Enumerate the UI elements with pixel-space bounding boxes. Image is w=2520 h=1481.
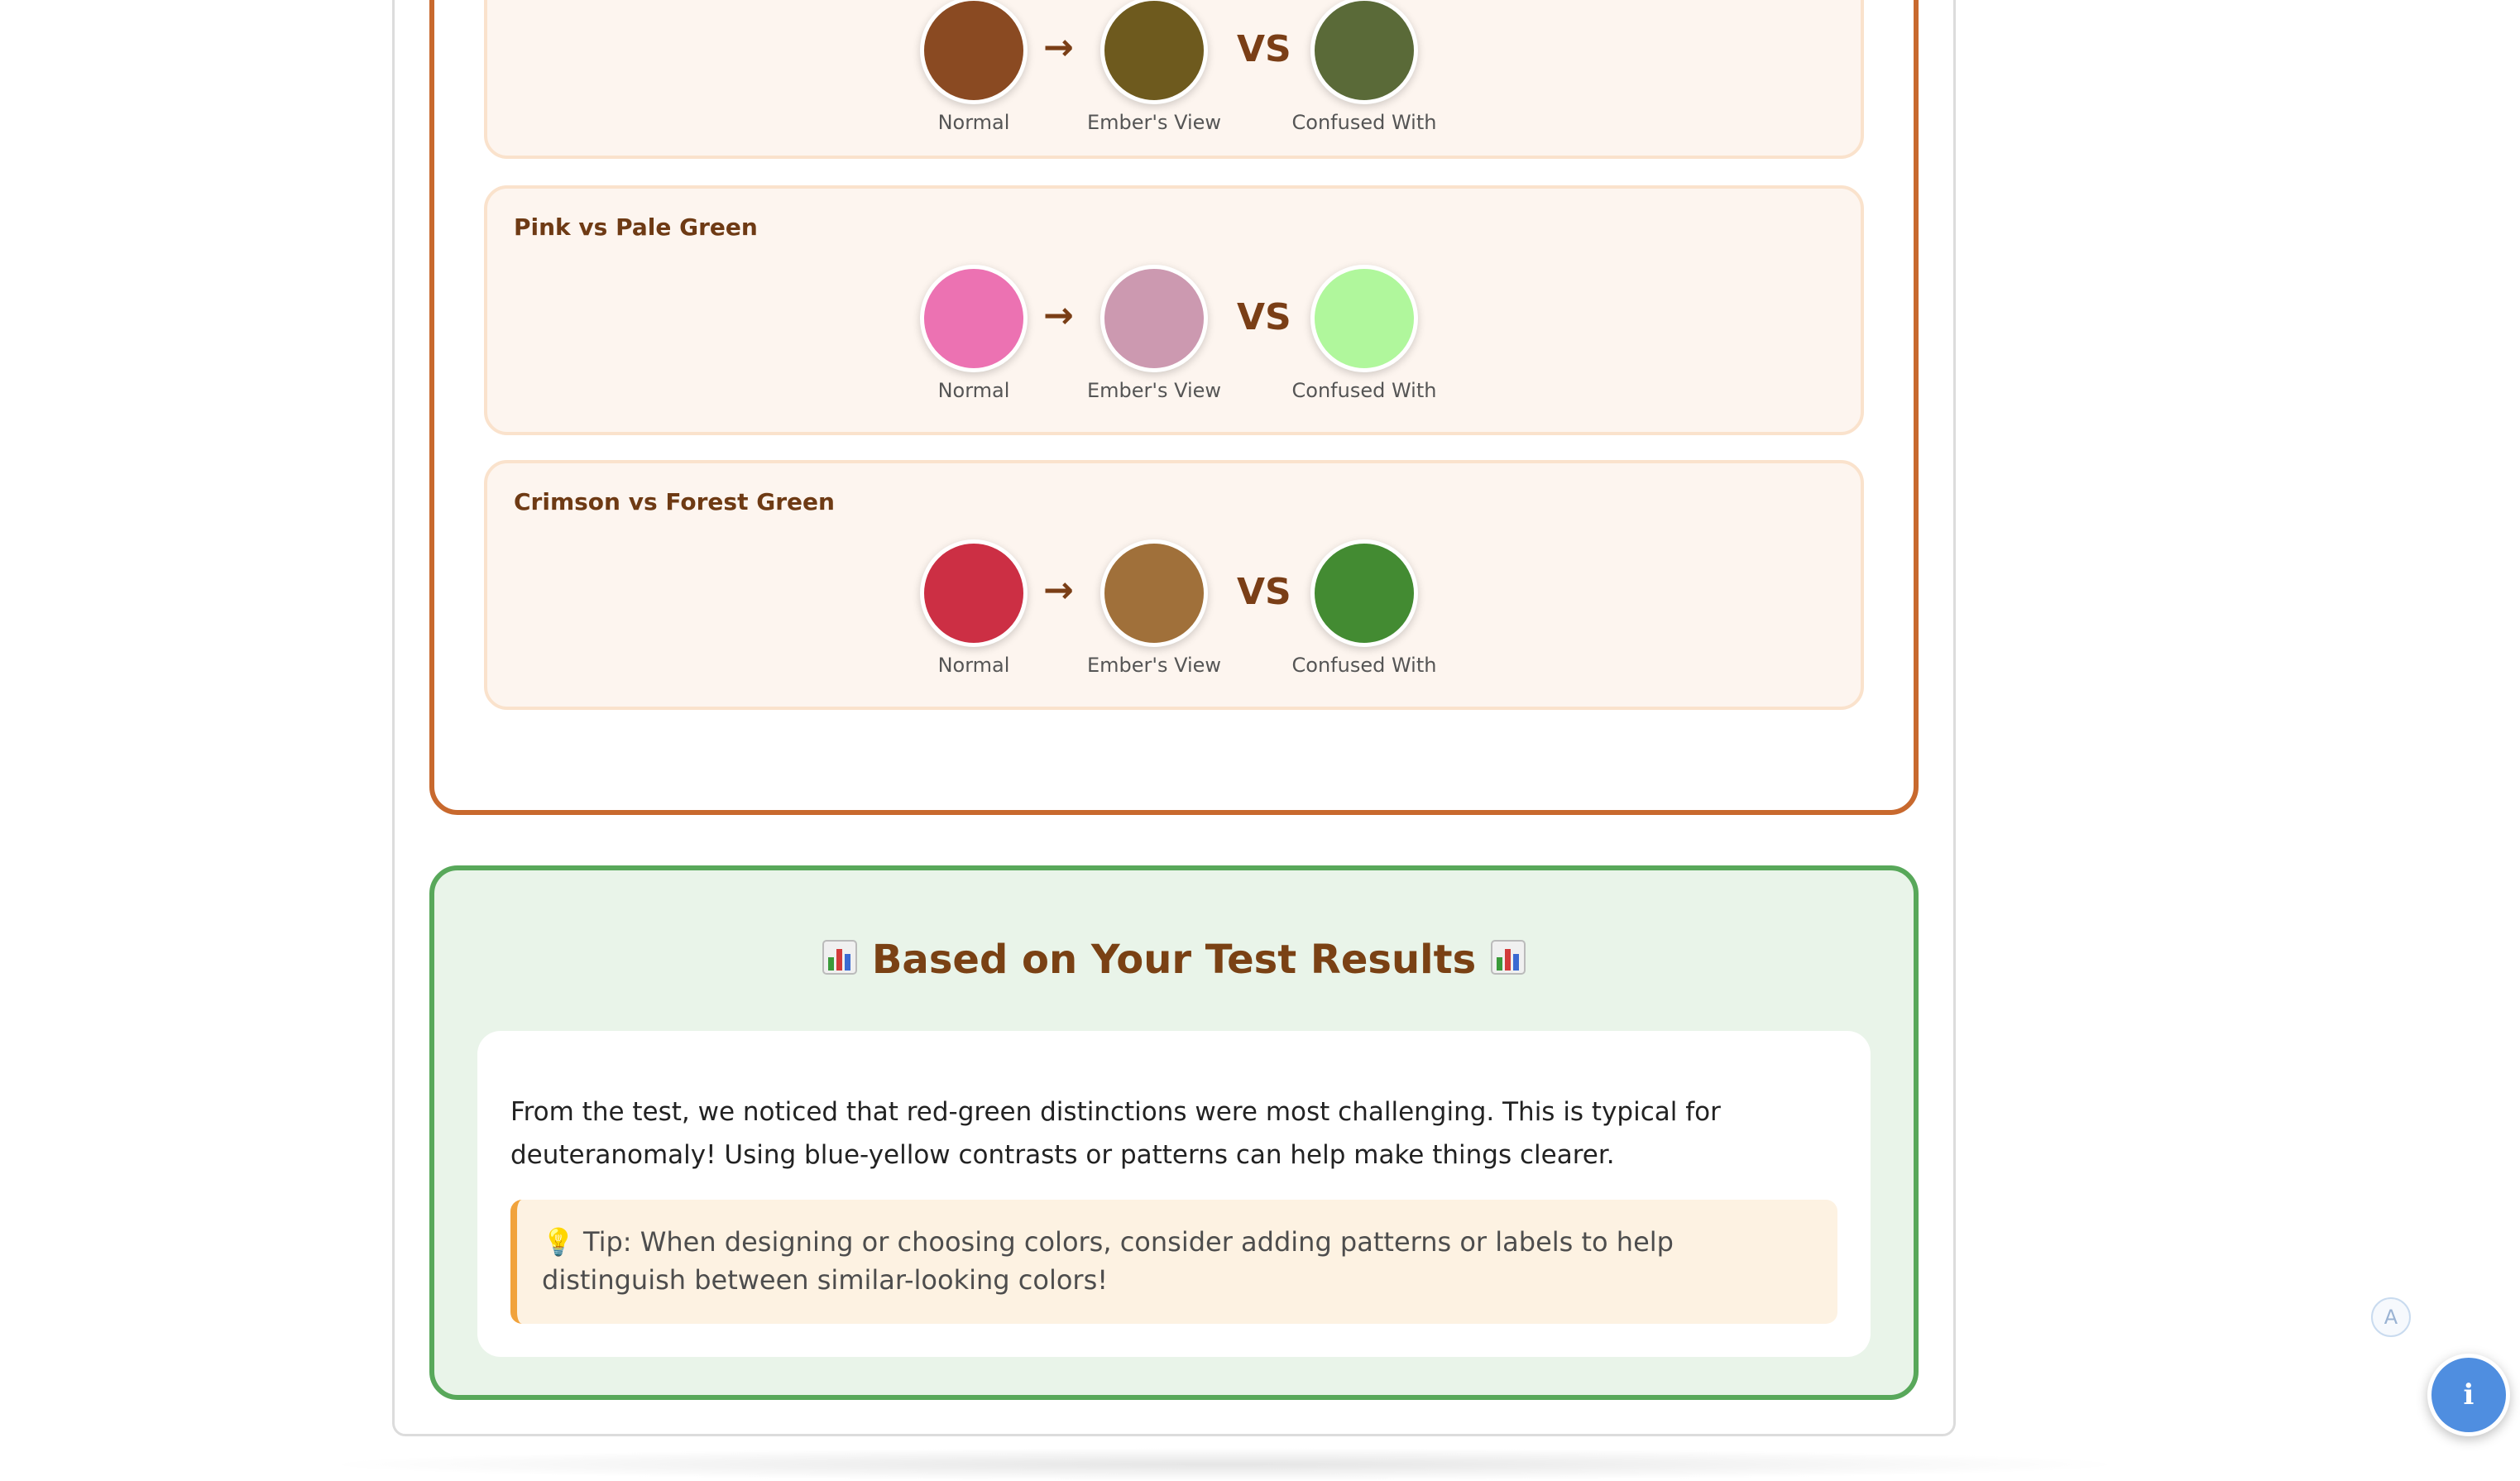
ember-view-swatch-group: Ember's View [1063, 265, 1245, 402]
normal-swatch-group: Normal [883, 0, 1065, 134]
results-heading: Based on Your Test Results [434, 937, 1914, 985]
confused-swatch-group: Confused With [1273, 539, 1455, 677]
color-pair-card: Crimson vs Forest Green Normal → Ember's… [484, 460, 1864, 710]
normal-label: Normal [937, 654, 1010, 677]
confused-color-swatch [1310, 265, 1418, 372]
ember-view-swatch-group: Ember's View [1063, 0, 1245, 134]
ember-view-label: Ember's View [1086, 654, 1222, 677]
bar-chart-icon [1490, 939, 1526, 985]
info-button[interactable]: ℹ [2427, 1354, 2510, 1436]
results-paragraph: From the test, we noticed that red-green… [510, 1097, 1721, 1170]
confused-color-swatch [1310, 539, 1418, 647]
ember-view-color-swatch [1100, 0, 1208, 104]
ember-view-label: Ember's View [1086, 379, 1222, 402]
swatch-row: Normal → Ember's View VS Confused With [487, 0, 1861, 146]
confused-label: Confused With [1291, 111, 1437, 134]
confused-color-swatch [1310, 0, 1418, 104]
normal-label: Normal [937, 379, 1010, 402]
normal-color-swatch [920, 0, 1028, 104]
tip-box: 💡 Tip: When designing or choosing colors… [510, 1200, 1837, 1324]
tip-content: Tip: When designing or choosing colors, … [542, 1226, 1674, 1296]
page-bottom-shadow [314, 1448, 2134, 1481]
test-results-panel: Based on Your Test Results From the test… [429, 865, 1919, 1400]
tip-text: 💡 Tip: When designing or choosing colors… [542, 1223, 1783, 1299]
ember-view-color-swatch [1100, 265, 1208, 372]
color-pair-card: Normal → Ember's View VS Confused With [484, 0, 1864, 159]
swatch-row: Normal → Ember's View VS Confused With [487, 539, 1861, 688]
confused-label: Confused With [1291, 379, 1437, 402]
confused-swatch-group: Confused With [1273, 0, 1455, 134]
normal-label: Normal [937, 111, 1010, 134]
swatch-row: Normal → Ember's View VS Confused With [487, 265, 1861, 414]
normal-swatch-group: Normal [883, 539, 1065, 677]
pair-title: Pink vs Pale Green [514, 213, 758, 241]
info-icon: ℹ [2463, 1378, 2474, 1412]
accessibility-badge[interactable]: A [2371, 1297, 2411, 1337]
color-pair-card: Pink vs Pale Green Normal → Ember's View… [484, 185, 1864, 435]
ember-view-label: Ember's View [1086, 111, 1222, 134]
confused-label: Confused With [1291, 654, 1437, 677]
normal-color-swatch [920, 539, 1028, 647]
ember-view-swatch-group: Ember's View [1063, 539, 1245, 677]
ember-view-color-swatch [1100, 539, 1208, 647]
bar-chart-icon [822, 939, 858, 985]
normal-color-swatch [920, 265, 1028, 372]
lightbulb-icon: 💡 [542, 1226, 575, 1258]
results-card: From the test, we noticed that red-green… [477, 1031, 1871, 1357]
normal-swatch-group: Normal [883, 265, 1065, 402]
results-title-text: Based on Your Test Results [871, 937, 1477, 983]
pair-title: Crimson vs Forest Green [514, 488, 835, 515]
confused-swatch-group: Confused With [1273, 265, 1455, 402]
